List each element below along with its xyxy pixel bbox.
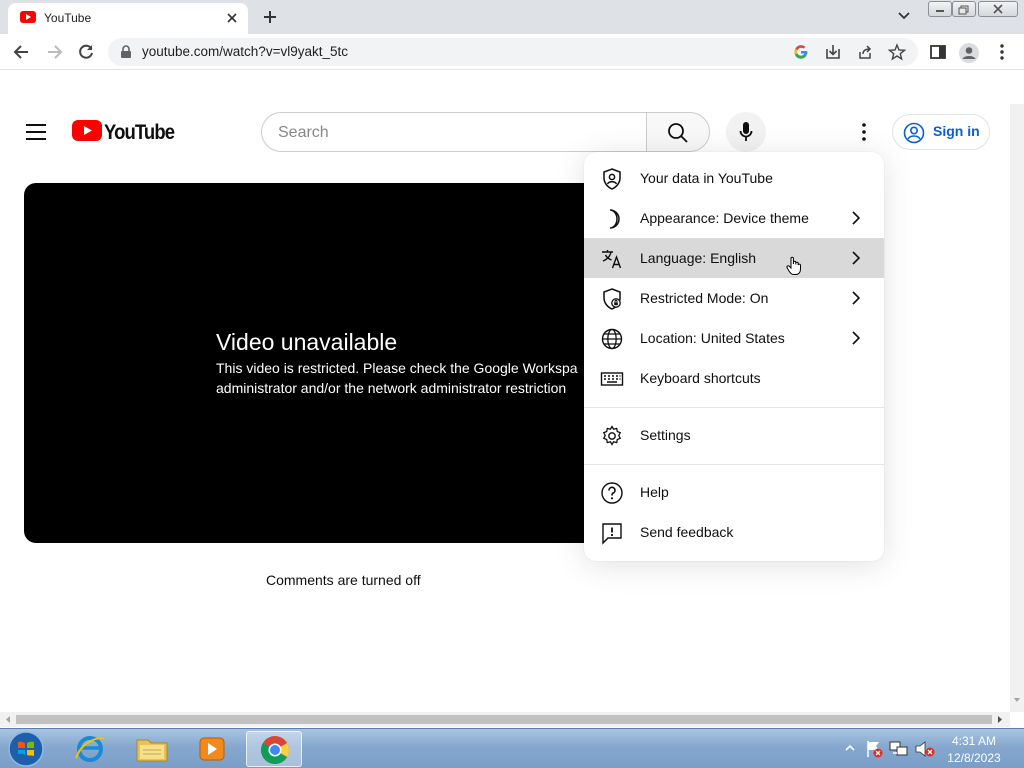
lock-icon[interactable]	[120, 45, 132, 59]
action-center-flag-icon[interactable]	[864, 739, 884, 759]
globe-icon	[600, 327, 624, 351]
vertical-scrollbar[interactable]	[1010, 104, 1024, 712]
window-close-button[interactable]	[978, 1, 1018, 17]
windows-start-orb-icon[interactable]	[6, 730, 46, 768]
menu-item-label: Settings	[640, 427, 691, 443]
menu-item-restricted-mode[interactable]: Restricted Mode: On	[584, 278, 884, 318]
tab-strip: YouTube	[0, 0, 1024, 34]
search-icon	[667, 122, 689, 144]
clock-date[interactable]: 12/8/2023	[944, 751, 1004, 765]
scrollbar-thumb[interactable]	[16, 715, 992, 724]
menu-item-label: Language: English	[640, 250, 756, 266]
account-circle-icon	[903, 122, 925, 144]
gear-icon	[600, 424, 624, 448]
sign-in-button[interactable]: Sign in	[892, 114, 990, 150]
back-arrow-icon[interactable]	[12, 42, 32, 62]
guide-menu-icon[interactable]	[24, 122, 48, 142]
menu-item-label: Location: United States	[640, 330, 785, 346]
comments-status: Comments are turned off	[266, 572, 421, 588]
search-box	[261, 112, 647, 152]
help-icon	[600, 481, 624, 505]
profile-avatar-icon[interactable]	[958, 42, 979, 63]
share-icon[interactable]	[856, 43, 874, 61]
chrome-taskbar-button[interactable]	[246, 731, 302, 767]
install-app-icon[interactable]	[824, 43, 842, 61]
browser-toolbar: youtube.com/watch?v=vl9yakt_5tc	[0, 34, 1024, 70]
menu-item-label: Help	[640, 484, 669, 500]
url-text: youtube.com/watch?v=vl9yakt_5tc	[142, 44, 348, 59]
side-panel-icon[interactable]	[928, 42, 948, 62]
scroll-right-arrow-icon[interactable]	[996, 715, 1004, 724]
menu-item-help[interactable]: Help	[584, 472, 884, 512]
hand-cursor-icon	[786, 256, 802, 276]
voice-search-button[interactable]	[726, 112, 766, 152]
internet-explorer-icon[interactable]	[62, 731, 118, 767]
tray-expand-icon[interactable]	[844, 743, 856, 753]
scroll-left-arrow-icon[interactable]	[4, 715, 12, 724]
sign-in-label: Sign in	[933, 123, 980, 139]
chrome-icon	[260, 735, 290, 765]
vertical-dots-icon	[856, 122, 872, 142]
clock-time[interactable]: 4:31 AM	[944, 734, 1004, 748]
menu-item-appearance[interactable]: Appearance: Device theme	[584, 198, 884, 238]
settings-more-button[interactable]	[850, 118, 878, 146]
menu-item-label: Appearance: Device theme	[640, 210, 809, 226]
menu-item-location[interactable]: Location: United States	[584, 318, 884, 358]
bookmark-star-icon[interactable]	[888, 43, 906, 61]
menu-item-label: Send feedback	[640, 524, 734, 540]
menu-item-your-data[interactable]: Your data in YouTube	[584, 158, 884, 198]
search-button[interactable]	[646, 112, 710, 152]
youtube-favicon-icon	[20, 11, 36, 23]
menu-item-label: Your data in YouTube	[640, 170, 773, 186]
menu-item-send-feedback[interactable]: Send feedback	[584, 512, 884, 552]
media-player-icon[interactable]	[184, 731, 240, 767]
moon-icon	[600, 207, 624, 231]
tab-title: YouTube	[44, 11, 92, 25]
menu-item-settings[interactable]: Settings	[584, 415, 884, 455]
microphone-icon	[738, 121, 754, 143]
feedback-icon	[600, 521, 624, 545]
menu-item-label: Restricted Mode: On	[640, 290, 769, 306]
chevron-right-icon	[846, 248, 866, 268]
shield-person-icon	[600, 167, 624, 191]
chevron-right-icon	[846, 208, 866, 228]
google-lens-icon[interactable]	[792, 43, 810, 61]
file-explorer-icon[interactable]	[124, 731, 180, 767]
network-icon[interactable]	[888, 739, 910, 759]
window-minimize-button[interactable]	[928, 1, 952, 17]
volume-muted-icon[interactable]	[914, 739, 936, 759]
windows-taskbar: 4:31 AM 12/8/2023	[0, 728, 1024, 768]
horizontal-scrollbar[interactable]	[0, 712, 1010, 727]
keyboard-icon	[600, 367, 624, 391]
menu-item-keyboard-shortcuts[interactable]: Keyboard shortcuts	[584, 358, 884, 398]
shield-lock-icon	[600, 287, 624, 311]
settings-menu: Your data in YouTube Appearance: Device …	[584, 152, 884, 561]
tab-search-chevron-icon[interactable]	[894, 8, 914, 24]
address-bar[interactable]: youtube.com/watch?v=vl9yakt_5tc	[108, 38, 918, 66]
browser-menu-icon[interactable]	[994, 42, 1014, 62]
menu-item-language[interactable]: Language: English	[584, 238, 884, 278]
translate-icon	[600, 247, 624, 271]
browser-tab[interactable]: YouTube	[8, 3, 248, 34]
search-input[interactable]	[278, 122, 628, 144]
forward-arrow-icon[interactable]	[44, 42, 64, 62]
scroll-down-arrow-icon[interactable]	[1013, 696, 1021, 704]
error-message-line1: This video is restricted. Please check t…	[216, 360, 578, 376]
menu-divider	[584, 407, 884, 408]
error-message-line2: administrator and/or the network adminis…	[216, 380, 567, 396]
reload-icon[interactable]	[76, 42, 96, 62]
menu-divider	[584, 464, 884, 465]
window-restore-button[interactable]	[952, 1, 976, 17]
youtube-logo-icon[interactable]	[72, 120, 102, 141]
tab-close-icon[interactable]	[224, 10, 240, 26]
chevron-right-icon	[846, 328, 866, 348]
new-tab-button[interactable]	[258, 6, 282, 28]
chevron-right-icon	[846, 288, 866, 308]
menu-item-label: Keyboard shortcuts	[640, 370, 761, 386]
youtube-logo-text[interactable]: YouTube	[104, 121, 175, 145]
error-title: Video unavailable	[216, 329, 398, 355]
